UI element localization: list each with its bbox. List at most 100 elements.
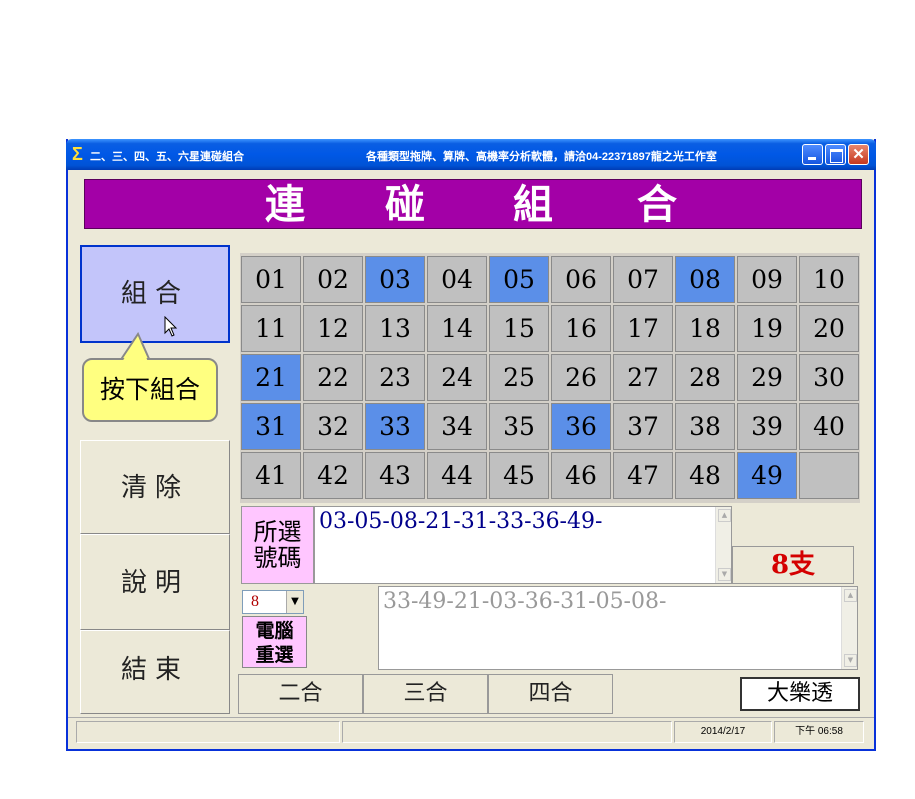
number-cell[interactable]: 12 (303, 305, 363, 352)
number-cell[interactable]: 06 (551, 256, 611, 303)
button-line: 電腦 (255, 620, 294, 642)
button-line: 重選 (255, 644, 294, 666)
number-cell[interactable]: 27 (613, 354, 673, 401)
number-cell[interactable]: 28 (675, 354, 735, 401)
close-icon: ✕ (852, 146, 865, 163)
number-cell[interactable]: 16 (551, 305, 611, 352)
status-panel (76, 721, 340, 743)
number-cell[interactable]: 30 (799, 354, 859, 401)
number-cell[interactable]: 29 (737, 354, 797, 401)
number-cell[interactable]: 36 (551, 403, 611, 450)
empty-cell (799, 452, 859, 499)
close-button[interactable]: ✕ (848, 144, 869, 165)
number-cell[interactable]: 19 (737, 305, 797, 352)
window-title: 二、三、四、五、六星連碰組合 (90, 151, 244, 163)
number-cell[interactable]: 41 (241, 452, 301, 499)
number-cell[interactable]: 15 (489, 305, 549, 352)
status-panel (342, 721, 672, 743)
minimize-icon (808, 157, 816, 160)
status-bar: 2014/2/17 下午 06:58 (68, 717, 874, 745)
maximize-icon (830, 149, 843, 163)
lotto-button[interactable]: 大樂透 (740, 677, 860, 711)
selected-count: 8支 (732, 546, 854, 584)
number-cell[interactable]: 35 (489, 403, 549, 450)
banner-char: 碰 (385, 181, 425, 228)
number-cell[interactable]: 48 (675, 452, 735, 499)
chevron-down-icon[interactable]: ▼ (286, 591, 303, 613)
number-cell[interactable]: 04 (427, 256, 487, 303)
number-cell[interactable]: 43 (365, 452, 425, 499)
label-line: 號碼 (253, 544, 302, 572)
number-cell[interactable]: 40 (799, 403, 859, 450)
random-numbers-value: 33-49-21-03-36-31-05-08- (383, 589, 667, 614)
number-cell[interactable]: 08 (675, 256, 735, 303)
number-cell[interactable]: 17 (613, 305, 673, 352)
banner-char: 組 (513, 181, 553, 228)
computer-random-button[interactable]: 電腦 重選 (242, 616, 307, 668)
number-cell[interactable]: 49 (737, 452, 797, 499)
number-cell[interactable]: 14 (427, 305, 487, 352)
number-cell[interactable]: 21 (241, 354, 301, 401)
number-cell[interactable]: 20 (799, 305, 859, 352)
number-cell[interactable]: 32 (303, 403, 363, 450)
number-cell[interactable]: 07 (613, 256, 673, 303)
number-cell[interactable]: 45 (489, 452, 549, 499)
number-cell[interactable]: 18 (675, 305, 735, 352)
number-cell[interactable]: 34 (427, 403, 487, 450)
title-banner: 連 碰 組 合 (84, 179, 862, 229)
number-cell[interactable]: 38 (675, 403, 735, 450)
banner-char: 合 (637, 181, 677, 228)
number-cell[interactable]: 05 (489, 256, 549, 303)
clear-button[interactable]: 清除 (80, 440, 230, 534)
tab-four-combo[interactable]: 四合 (488, 674, 613, 714)
scroll-down-icon[interactable]: ▼ (718, 568, 731, 581)
random-scrollbar[interactable]: ▲ ▼ (841, 587, 857, 669)
number-cell[interactable]: 22 (303, 354, 363, 401)
selected-numbers-value: 03-05-08-21-31-33-36-49- (319, 509, 603, 534)
number-cell[interactable]: 39 (737, 403, 797, 450)
sigma-app-icon: Σ (72, 144, 83, 164)
number-cell[interactable]: 25 (489, 354, 549, 401)
scroll-up-icon[interactable]: ▲ (718, 509, 731, 522)
selected-scrollbar[interactable]: ▲ ▼ (715, 507, 731, 583)
number-cell[interactable]: 44 (427, 452, 487, 499)
number-cell[interactable]: 47 (613, 452, 673, 499)
number-cell[interactable]: 46 (551, 452, 611, 499)
status-time: 下午 06:58 (774, 721, 864, 743)
selected-numbers-label: 所選 號碼 (241, 506, 314, 584)
random-numbers-textbox[interactable]: 33-49-21-03-36-31-05-08- ▲ ▼ (378, 586, 858, 670)
title-ad-text: 各種類型拖牌、算牌、高機率分析軟體，請洽04-22371897龍之光工作室 (366, 151, 717, 163)
number-cell[interactable]: 42 (303, 452, 363, 499)
number-cell[interactable]: 03 (365, 256, 425, 303)
label-line: 所選 (253, 518, 302, 546)
banner-char: 連 (265, 181, 305, 228)
number-grid: 01 02 03 04 05 06 07 08 09 10 11 12 13 14 15 16 17 18 19 20… (240, 253, 860, 503)
number-cell[interactable]: 26 (551, 354, 611, 401)
number-cell[interactable]: 10 (799, 256, 859, 303)
selected-numbers-textbox[interactable]: 03-05-08-21-31-33-36-49- ▲ ▼ (314, 506, 732, 584)
number-cell[interactable]: 33 (365, 403, 425, 450)
number-cell[interactable]: 02 (303, 256, 363, 303)
scroll-up-icon[interactable]: ▲ (844, 589, 857, 602)
number-cell[interactable]: 23 (365, 354, 425, 401)
tooltip-tail-cover (122, 336, 148, 362)
scroll-down-icon[interactable]: ▼ (844, 654, 857, 667)
combine-button[interactable]: 組合 (80, 245, 230, 343)
number-cell[interactable]: 09 (737, 256, 797, 303)
number-cell[interactable]: 24 (427, 354, 487, 401)
number-cell[interactable]: 11 (241, 305, 301, 352)
exit-button[interactable]: 結束 (80, 630, 230, 714)
maximize-button[interactable] (825, 144, 846, 165)
number-cell[interactable]: 01 (241, 256, 301, 303)
number-cell[interactable]: 31 (241, 403, 301, 450)
number-cell[interactable]: 37 (613, 403, 673, 450)
help-button[interactable]: 說明 (80, 534, 230, 630)
tooltip: 按下組合 (82, 358, 218, 422)
number-cell[interactable]: 13 (365, 305, 425, 352)
tab-two-combo[interactable]: 二合 (238, 674, 363, 714)
minimize-button[interactable] (802, 144, 823, 165)
mouse-cursor-icon (164, 316, 178, 337)
status-date: 2014/2/17 (674, 721, 772, 743)
title-bar[interactable]: Σ 二、三、四、五、六星連碰組合 各種類型拖牌、算牌、高機率分析軟體，請洽04-… (66, 139, 876, 170)
tab-three-combo[interactable]: 三合 (363, 674, 488, 714)
